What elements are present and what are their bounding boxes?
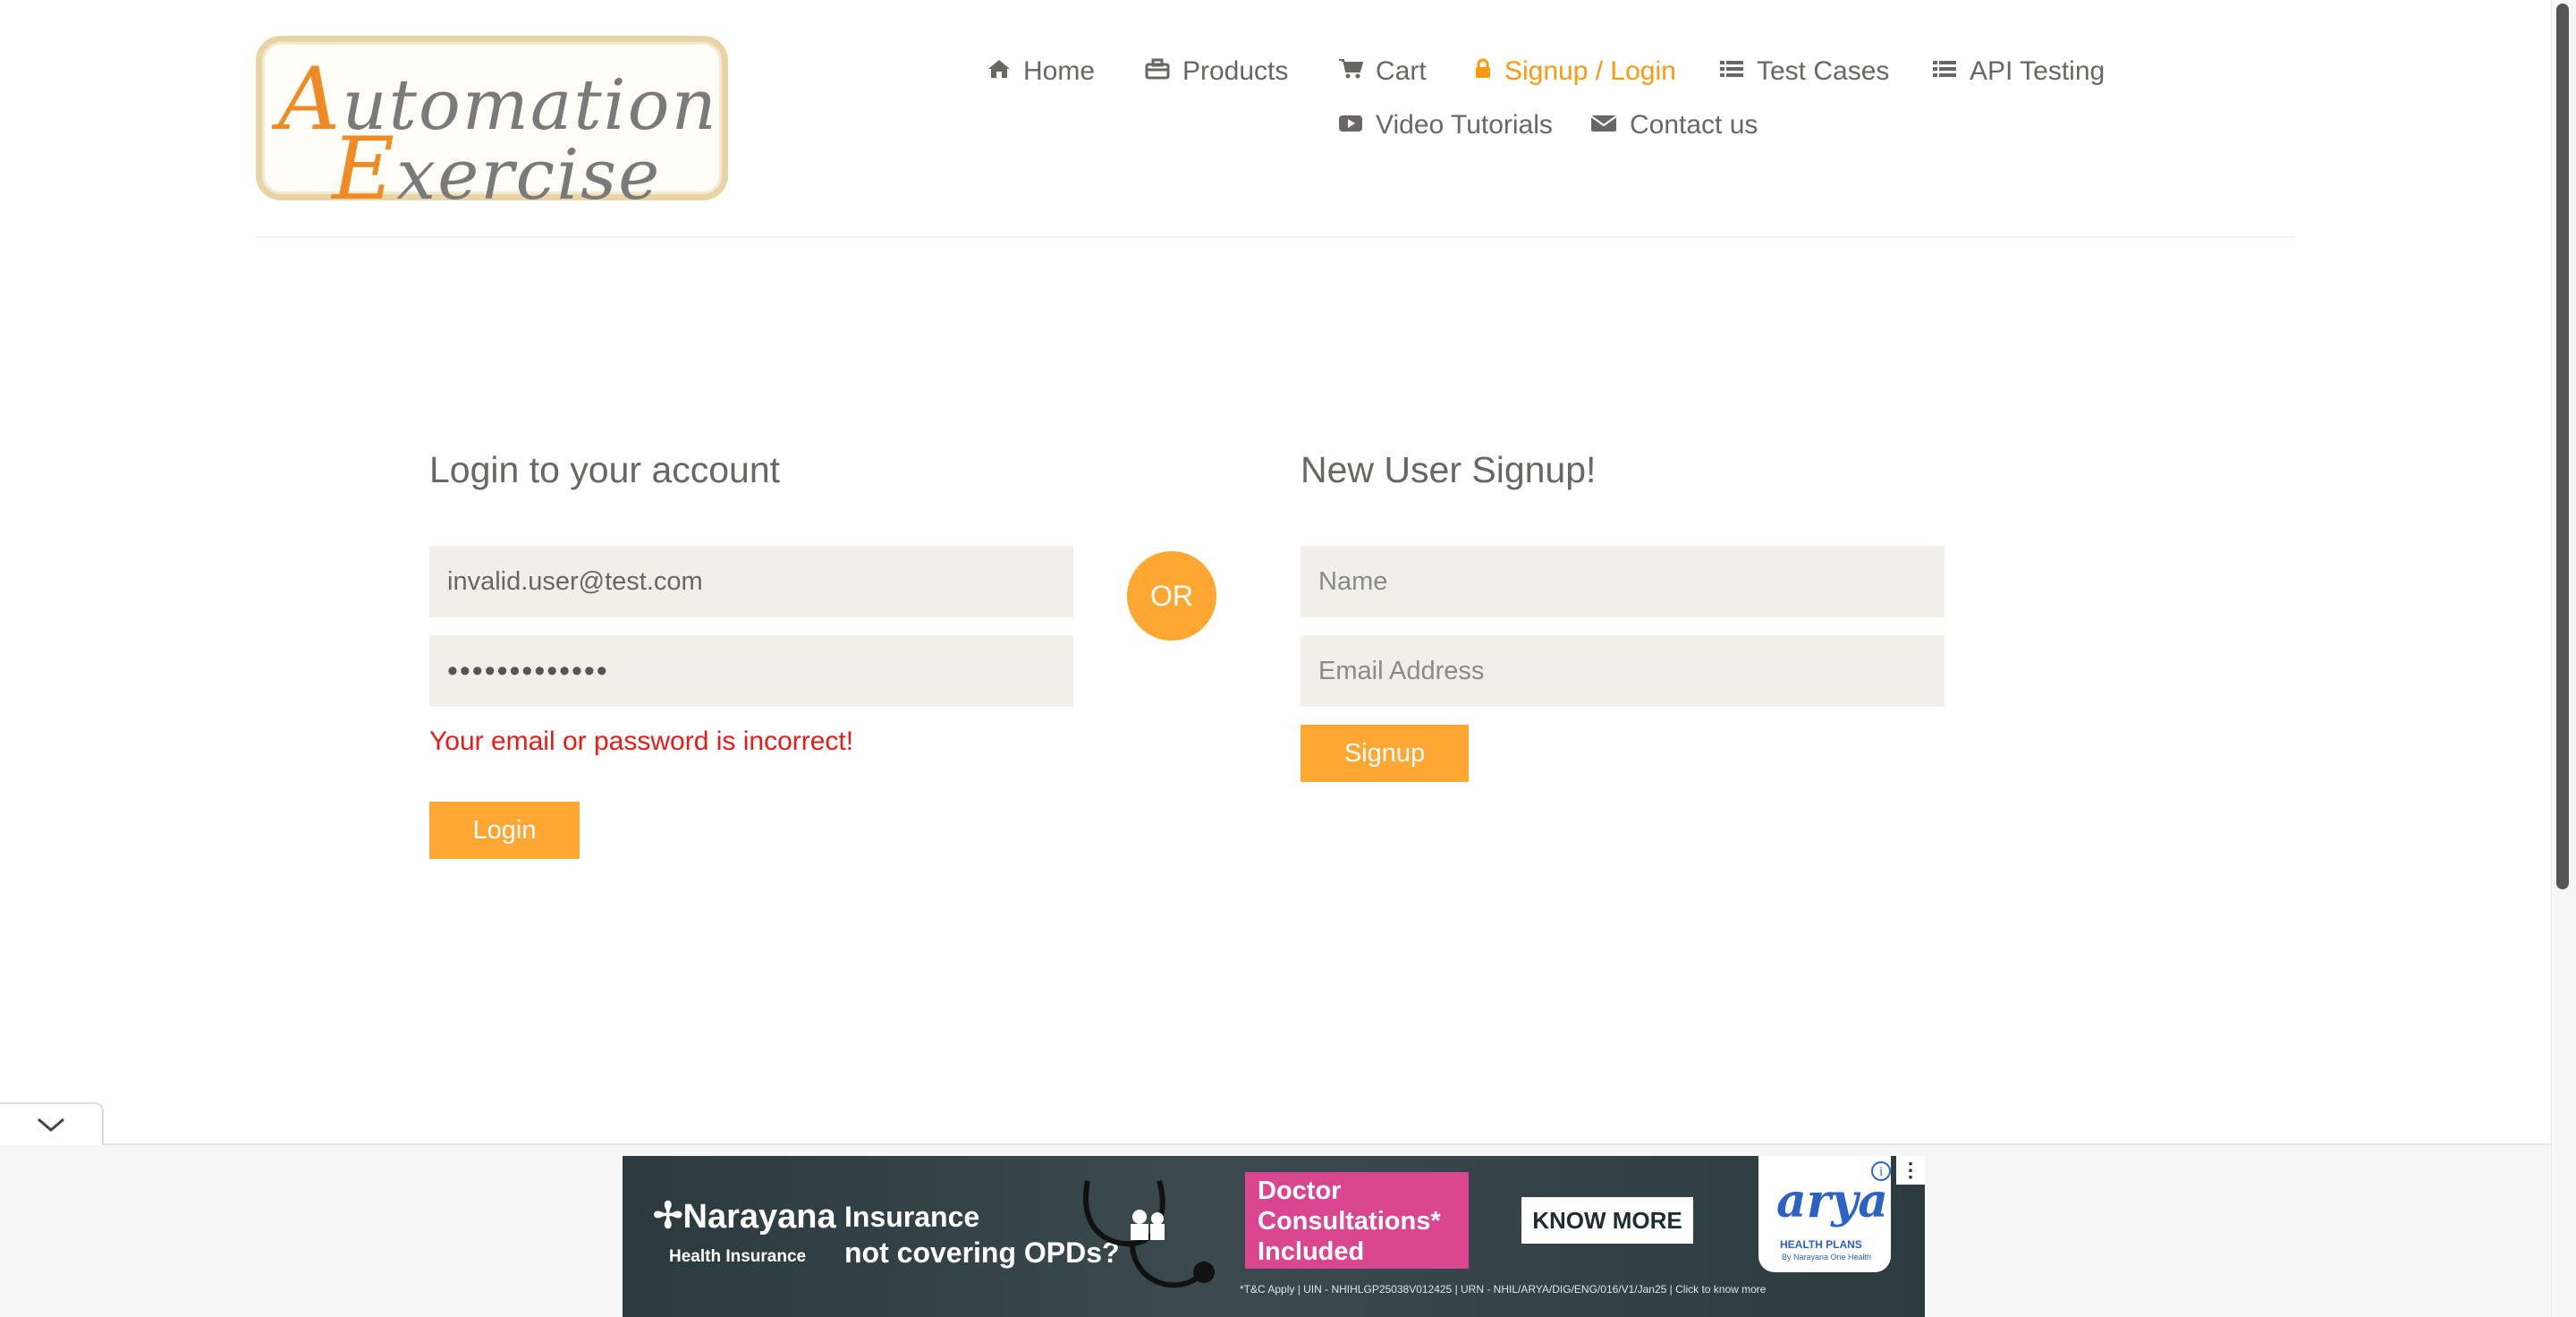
header-divider <box>256 236 2295 238</box>
lock-icon <box>1474 58 1492 86</box>
ad-brand: ✢Narayana <box>653 1196 836 1236</box>
ad-more-options-icon[interactable]: ⋮ <box>1896 1156 1925 1185</box>
ad-partner-sub: HEALTH PLANS <box>1780 1238 1862 1251</box>
site-logo[interactable]: Automation Exercise <box>256 36 728 219</box>
login-error-message: Your email or password is incorrect! <box>429 726 854 756</box>
ad-partner-tag: By Narayana One Health <box>1782 1253 1872 1262</box>
home-icon <box>987 58 1011 86</box>
ad-collapse-button[interactable] <box>0 1102 104 1145</box>
nav-api-testing[interactable]: API Testing <box>1932 52 2105 91</box>
stethoscope-icon <box>1083 1180 1215 1288</box>
nav-cart[interactable]: Cart <box>1338 52 1427 91</box>
logo-text-line2: Exercise <box>332 119 662 219</box>
password-mask: ••••••••••••• <box>447 653 609 688</box>
signup-title: New User Signup! <box>1301 449 1597 490</box>
list-icon <box>1719 58 1744 86</box>
signup-name-input[interactable]: Name <box>1301 546 1945 617</box>
signup-email-input[interactable]: Email Address <box>1301 635 1945 707</box>
ad-info-icon[interactable]: i <box>1871 1161 1891 1181</box>
chevron-down-icon <box>38 1117 64 1132</box>
narayana-logo-icon: ✢ <box>653 1196 683 1236</box>
envelope-icon <box>1590 112 1617 140</box>
nav-video-tutorials[interactable]: Video Tutorials <box>1338 106 1553 145</box>
youtube-icon <box>1338 112 1363 140</box>
nav-contact-us[interactable]: Contact us <box>1590 106 1758 145</box>
ad-fine-print: *T&C Apply | UIN - NHIHLGP25038V012425 |… <box>1240 1283 1767 1296</box>
login-title: Login to your account <box>429 449 781 490</box>
or-divider: OR <box>1127 551 1216 641</box>
login-button[interactable]: Login <box>429 802 580 859</box>
ad-brand-sub: Health Insurance <box>669 1247 807 1266</box>
scrollbar-thumb[interactable] <box>2556 4 2569 889</box>
login-email-input[interactable]: invalid.user@test.com <box>429 546 1073 617</box>
ad-banner[interactable]: ✢Narayana Health Insurance Insurance not… <box>623 1156 1925 1317</box>
ad-know-more-button[interactable]: KNOW MORE <box>1521 1197 1693 1244</box>
nav-test-cases[interactable]: Test Cases <box>1719 52 1889 91</box>
signup-button[interactable]: Signup <box>1301 725 1469 782</box>
briefcase-icon <box>1145 58 1170 86</box>
list-icon <box>1932 58 1957 86</box>
login-password-input[interactable]: ••••••••••••• <box>429 635 1073 707</box>
ad-partner-logo: arya <box>1776 1174 1888 1228</box>
nav-products[interactable]: Products <box>1145 52 1288 91</box>
nav-home[interactable]: Home <box>987 52 1095 91</box>
cart-icon <box>1338 58 1364 86</box>
nav-signup-login[interactable]: Signup / Login <box>1474 52 1676 91</box>
ad-promo: Doctor Consultations* Included <box>1245 1172 1469 1269</box>
